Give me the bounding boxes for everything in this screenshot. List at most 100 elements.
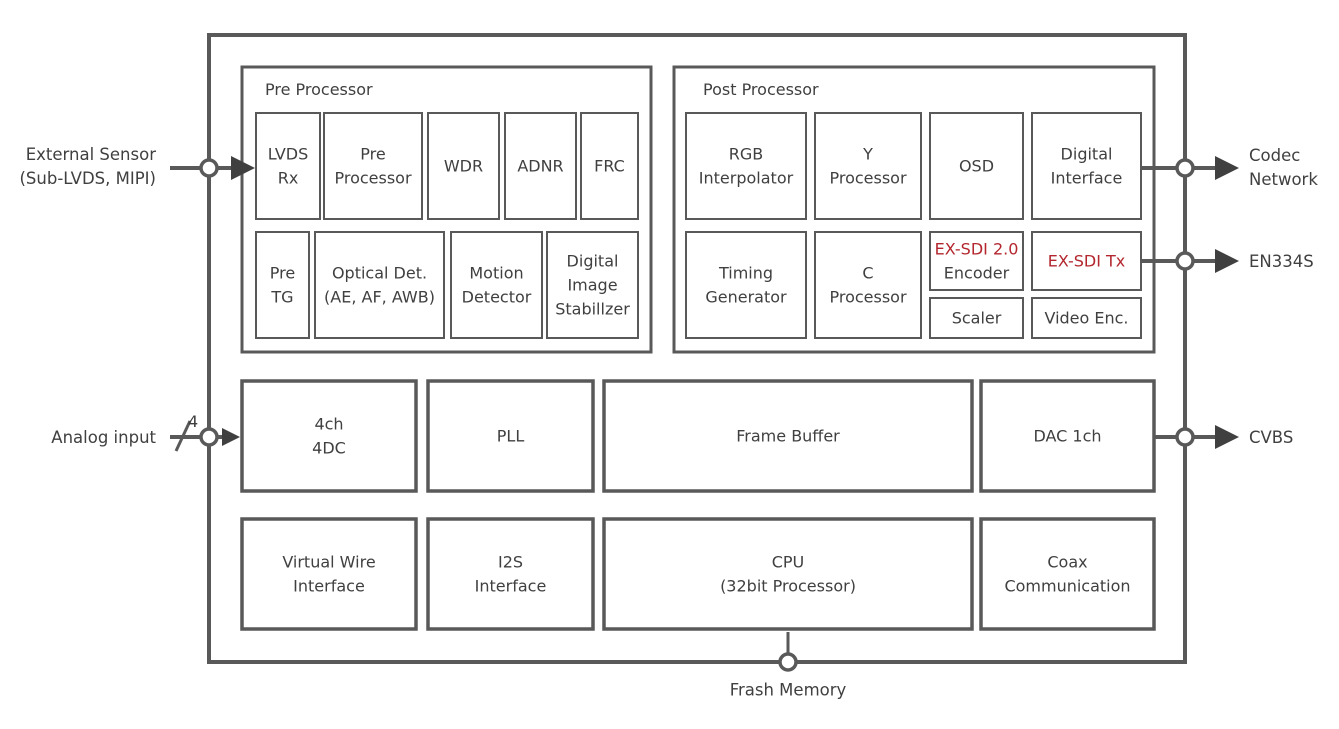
arrow-right-icon: [222, 428, 240, 446]
flash-memory-connection: Frash Memory: [730, 632, 847, 700]
block-label-line: Communication: [1004, 577, 1130, 596]
block-label-line: Pre: [270, 264, 295, 283]
block-i2s-interface: I2S Interface: [426, 517, 595, 631]
block-label-line: Scaler: [952, 309, 1002, 328]
block-label-line: TG: [270, 288, 293, 307]
block-label-line: Stabillzer: [555, 300, 630, 319]
post-processor-title: Post Processor: [703, 80, 819, 99]
codec-label: Codec: [1249, 146, 1300, 165]
block-dac-1ch: DAC 1ch: [979, 379, 1156, 493]
block-frame: [255, 112, 321, 220]
block-cpu-32bit-processor: CPU (32bit Processor): [602, 517, 974, 631]
block-label-line: Processor: [829, 169, 906, 188]
block-label-line: Timing: [718, 264, 773, 283]
block-diagram: Pre Processor LVDS Rx Pre Processor WDR ADNR F…: [20, 33, 1318, 700]
block-digital-interface: Digital Interface: [1031, 112, 1142, 220]
flash-memory-label: Frash Memory: [730, 681, 847, 700]
block-label-line: Coax: [1047, 553, 1087, 572]
block-label-line: LVDS: [268, 145, 309, 164]
block-label-line: 4ch: [314, 415, 343, 434]
block-label-line: OSD: [959, 157, 994, 176]
block-virtual-wire-interface: Virtual Wire Interface: [240, 517, 418, 631]
pre-processor-title: Pre Processor: [265, 80, 373, 99]
block-label-line: Rx: [278, 169, 299, 188]
block-label-line: ADNR: [517, 157, 563, 176]
block-digital-image-stabillzer: Digital Image Stabillzer: [546, 231, 639, 339]
post-processor-group: Post Processor RGB Interpolator Y Processor…: [672, 65, 1156, 354]
block-label-line: Encoder: [944, 264, 1010, 283]
external-sensor-connection: External Sensor (Sub-LVDS, MIPI): [20, 145, 255, 188]
block-label-line: Image: [567, 276, 617, 295]
block-adnr: ADNR: [504, 112, 577, 220]
block-label-line: DAC 1ch: [1033, 427, 1101, 446]
block-frame: [685, 231, 807, 339]
pre-processor-group: Pre Processor LVDS Rx Pre Processor WDR ADNR F…: [240, 65, 653, 354]
block-label-line: Interface: [293, 577, 365, 596]
block-label-line: WDR: [444, 157, 483, 176]
junction-node: [1175, 158, 1195, 178]
block-4ch-4dc: 4ch4DC: [240, 379, 418, 493]
codec-network-connection: Codec Network: [1141, 146, 1318, 189]
junction-node: [199, 158, 219, 178]
cvbs-label: CVBS: [1249, 428, 1293, 447]
cvbs-connection: CVBS: [1155, 425, 1293, 449]
block-y-processor: Y Processor: [814, 112, 922, 220]
block-frame: [314, 231, 445, 339]
block-label-line: Digital: [567, 252, 619, 271]
block-label-line: FRC: [594, 157, 625, 176]
block-frame: [685, 112, 807, 220]
block-label-line: PLL: [497, 427, 525, 446]
junction-node: [1175, 251, 1195, 271]
junction-node: [778, 652, 798, 672]
block-pll: PLL: [426, 379, 595, 493]
block-frame: [240, 517, 418, 631]
arrow-right-icon: [1215, 425, 1239, 449]
analog-input-label: Analog input: [51, 428, 156, 447]
block-label-line: Motion: [469, 264, 523, 283]
block-label-line: Frame Buffer: [736, 427, 840, 446]
block-wdr: WDR: [427, 112, 500, 220]
block-c-processor: C Processor: [814, 231, 922, 339]
block-frame: [814, 112, 922, 220]
block-label-line: (32bit Processor): [720, 577, 856, 596]
block-frame: [1031, 112, 1142, 220]
block-label-line: C: [862, 264, 873, 283]
block-label-line: Video Enc.: [1044, 309, 1128, 328]
block-coax-communication: Coax Communication: [979, 517, 1156, 631]
block-frame: [323, 112, 423, 220]
block-lvds-rx: LVDS Rx: [255, 112, 321, 220]
block-optical-det-ae-af-awb: Optical Det. (AE, AF, AWB): [314, 231, 445, 339]
block-frame: [426, 517, 595, 631]
block-label-line: Processor: [829, 288, 906, 307]
block-frame: [602, 517, 974, 631]
bus-width-label: 4: [188, 412, 198, 431]
junction-node: [1175, 427, 1195, 447]
block-label-line: Processor: [334, 169, 411, 188]
block-label-line: CPU: [772, 553, 805, 572]
block-rgb-interpolator: RGB Interpolator: [685, 112, 807, 220]
block-label-line: EX-SDI Tx: [1048, 252, 1126, 271]
block-frame: [450, 231, 543, 339]
block-frame: [814, 231, 922, 339]
block-label-line: 4DC: [312, 439, 346, 458]
en334s-label: EN334S: [1249, 252, 1314, 271]
analog-input-connection: 4 Analog input: [51, 412, 240, 452]
block-pre-processor: Pre Processor: [323, 112, 423, 220]
block-label-line: EX-SDI 2.0: [935, 240, 1019, 259]
block-motion-detector: Motion Detector: [450, 231, 543, 339]
block-label-line: Generator: [705, 288, 787, 307]
junction-node: [199, 427, 219, 447]
bottom-row: Virtual Wire Interface I2S Interface CPU (32b…: [240, 517, 1156, 631]
block-timing-generator: Timing Generator: [685, 231, 807, 339]
block-label-line: Virtual Wire: [282, 553, 375, 572]
block-label-line: Optical Det.: [332, 264, 427, 283]
middle-row: 4ch4DCPLL Frame Buffer DAC 1ch: [240, 379, 1156, 493]
block-pre-tg: Pre TG: [255, 231, 310, 339]
block-frame: [979, 517, 1156, 631]
block-label-line: I2S: [498, 553, 523, 572]
block-label-line: Digital: [1061, 145, 1113, 164]
block-frame: [240, 379, 418, 493]
block-label-line: Interface: [1051, 169, 1123, 188]
block-label-line: Interface: [475, 577, 547, 596]
block-ex-sdi-tx: EX-SDI Tx: [1031, 231, 1142, 291]
